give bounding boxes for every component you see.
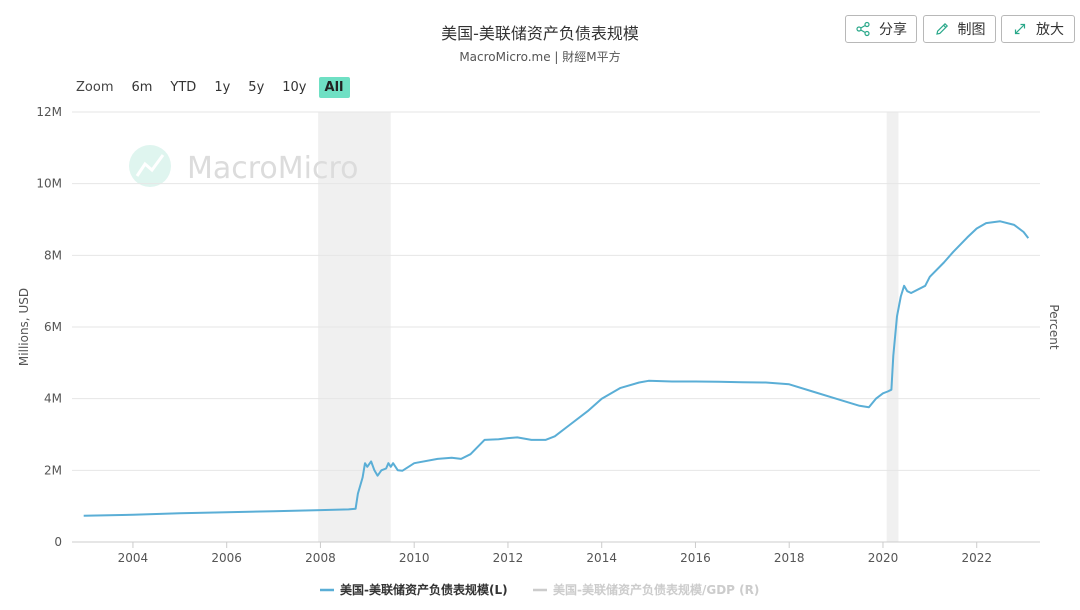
watermark-text: MacroMicro <box>187 151 359 186</box>
watermark-logo: MacroMicro <box>129 145 359 187</box>
x-tick-label: 2018 <box>774 551 805 565</box>
y-tick-label: 12M <box>36 105 62 119</box>
chart-area: MacroMicro 0 2M 4M 6M 8M 10M 12M 2004 2006 2008 201… <box>17 105 1061 597</box>
x-tick-label: 2008 <box>305 551 336 565</box>
legend-item-0: 美国-美联储资产负债表规模(L) <box>340 582 508 597</box>
x-tick-label: 2012 <box>493 551 524 565</box>
x-tick-label: 2004 <box>118 551 149 565</box>
y-tick-label: 10M <box>36 177 62 191</box>
x-tick-label: 2014 <box>586 551 617 565</box>
y-tick-label: 6M <box>44 320 62 334</box>
x-tick-label: 2010 <box>399 551 430 565</box>
y-axis-title-right: Percent <box>1047 304 1061 349</box>
y-tick-label: 8M <box>44 248 62 262</box>
y-tick-label: 4M <box>44 392 62 406</box>
y-tick-label: 2M <box>44 463 62 477</box>
x-tick-label: 2022 <box>961 551 992 565</box>
y-tick-label: 0 <box>54 535 62 549</box>
legend-item-1: 美国-美联储资产负债表规模/GDP (R) <box>553 582 759 597</box>
watermark-icon <box>129 145 171 187</box>
x-tick-label: 2016 <box>680 551 711 565</box>
x-tick-label: 2020 <box>868 551 899 565</box>
y-axis-title-left: Millions, USD <box>17 288 31 366</box>
x-tick-label: 2006 <box>211 551 242 565</box>
series-line-fed-balance-sheet <box>83 220 1030 517</box>
